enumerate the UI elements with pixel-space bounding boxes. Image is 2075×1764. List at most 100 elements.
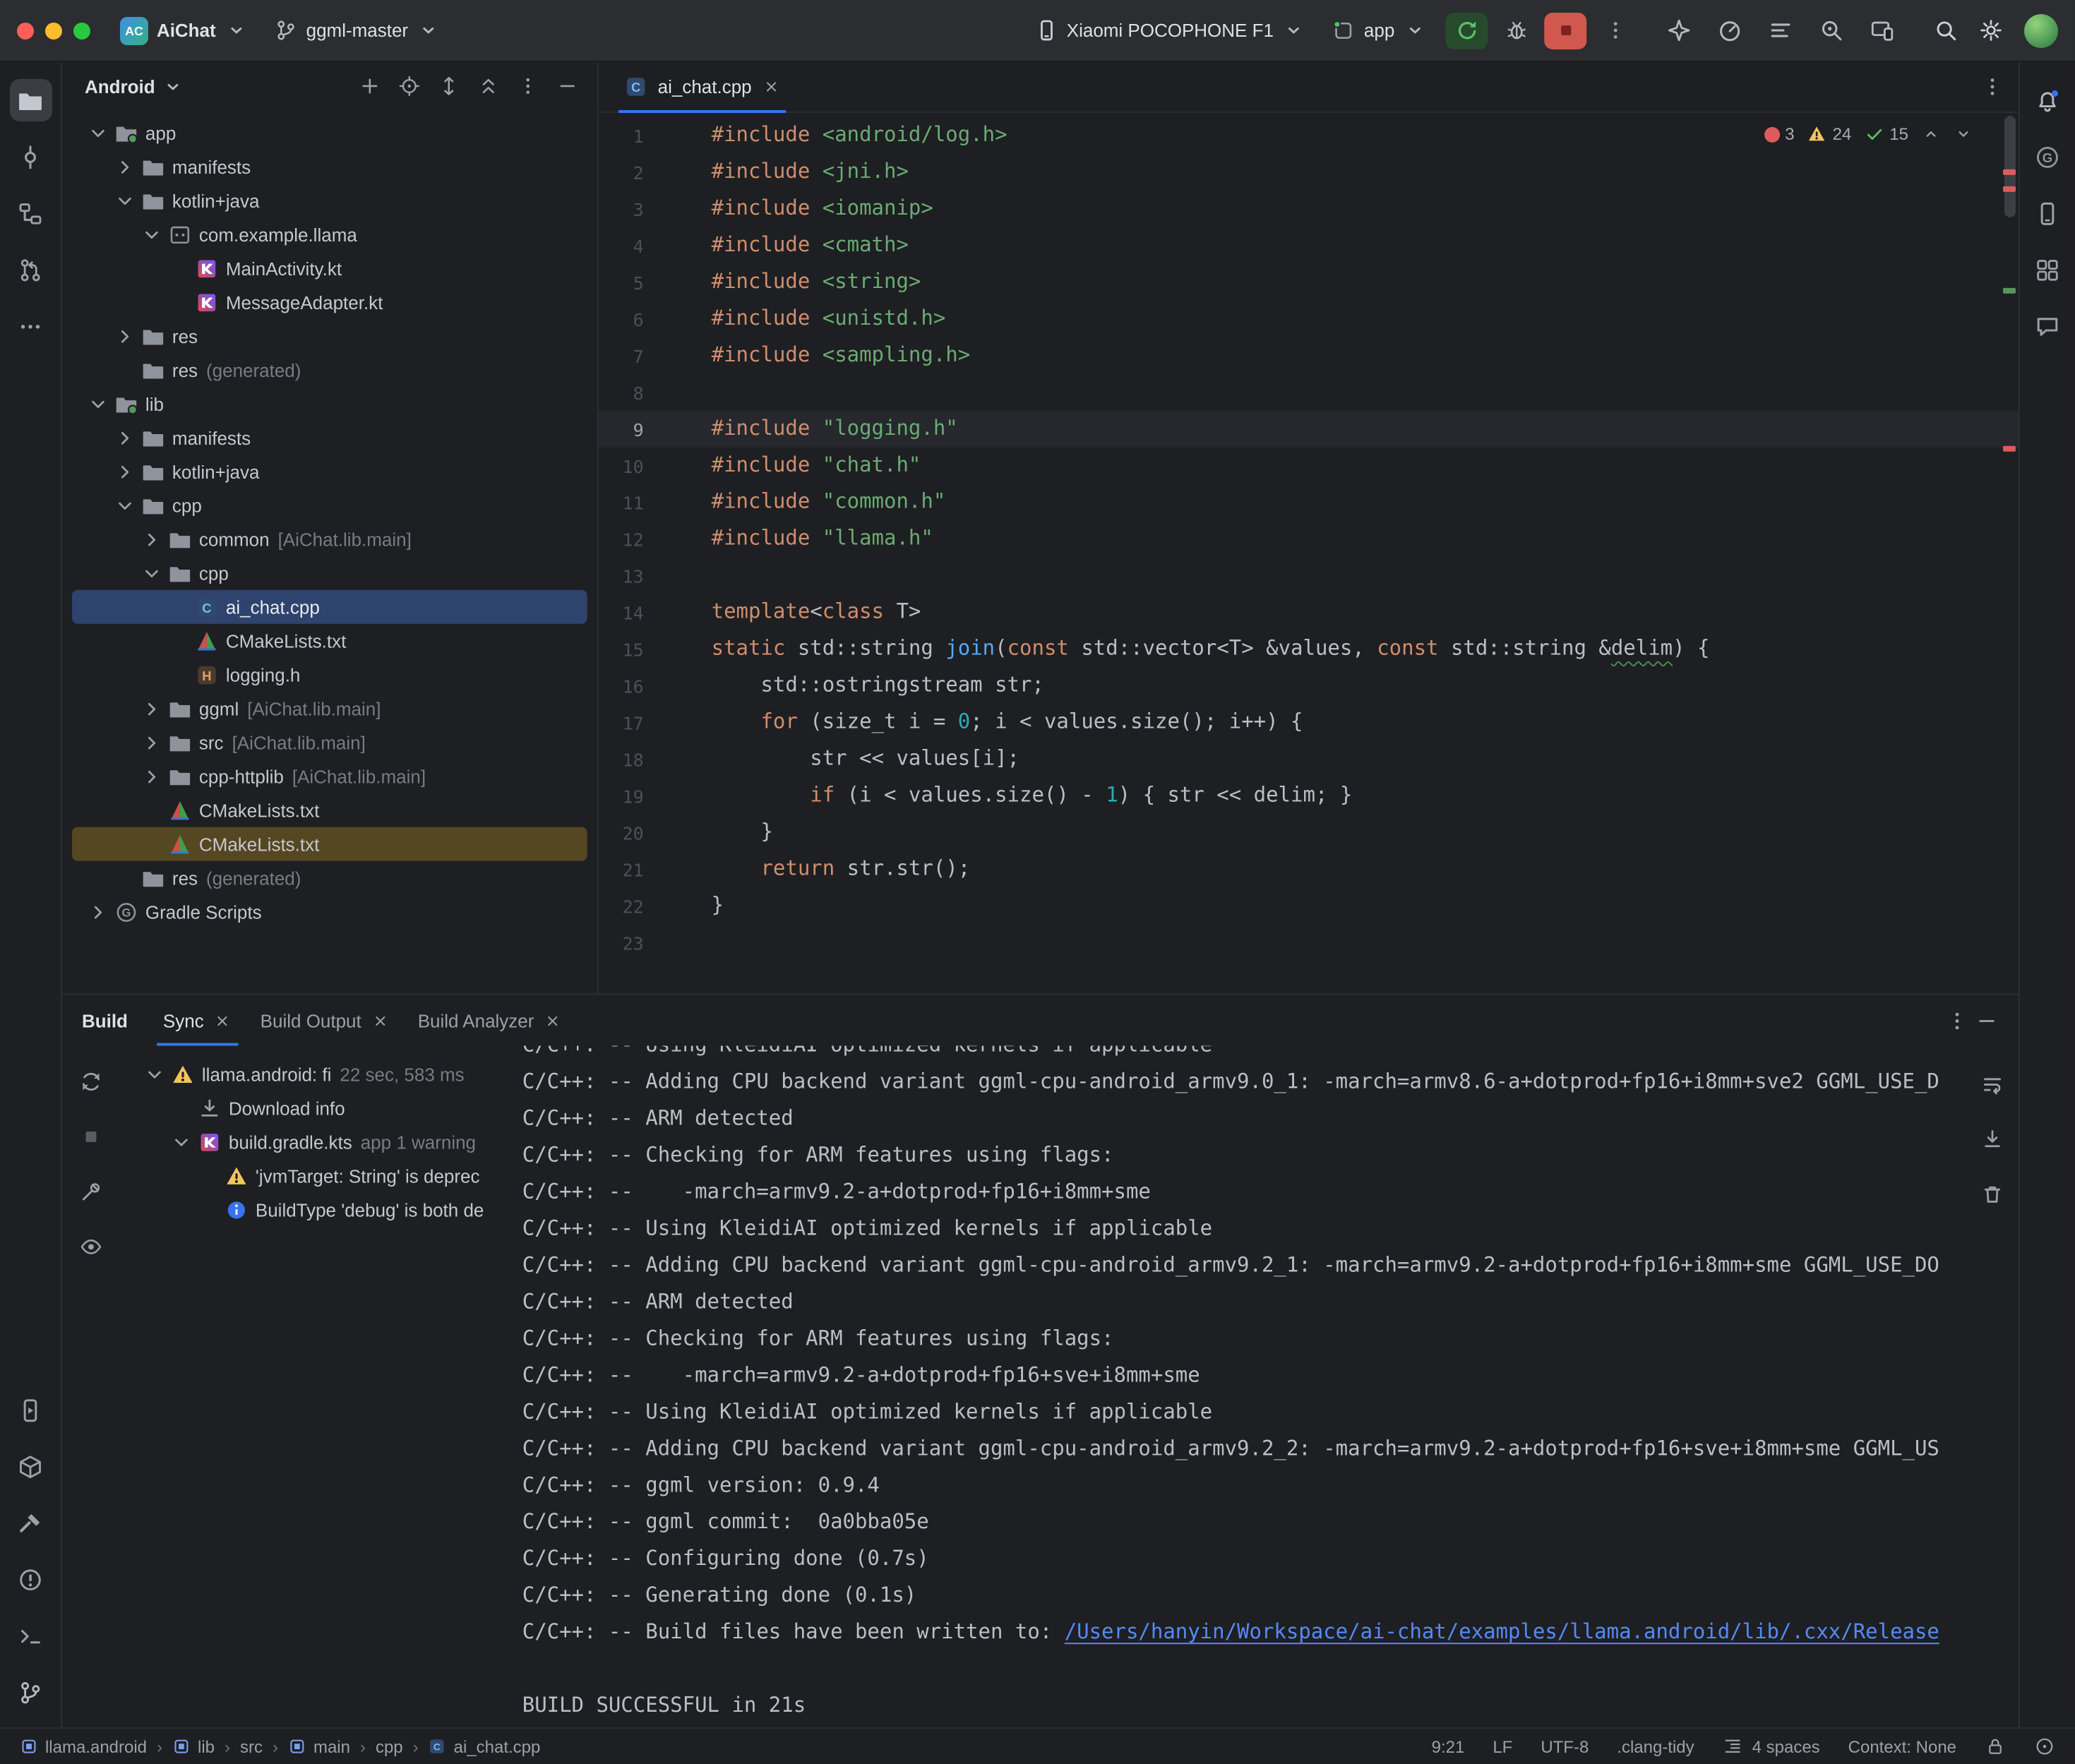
tree-item-res[interactable]: res (generated) (72, 353, 587, 387)
settings-button[interactable] (1971, 12, 2010, 49)
tree-item-cmakelists-txt[interactable]: CMakeLists.txt (72, 827, 587, 861)
project-panel-plus-button[interactable] (352, 68, 388, 104)
code-line-22[interactable]: 22} (599, 888, 2019, 925)
tree-item-manifests[interactable]: manifests (72, 150, 587, 184)
code-line-18[interactable]: 18 str << values[i]; (599, 741, 2019, 778)
chevron-right-icon[interactable] (113, 155, 137, 179)
code-line-6[interactable]: 6#include <unistd.h> (599, 301, 2019, 337)
hide-build-panel-icon[interactable] (1975, 1008, 1999, 1032)
close-tab-icon[interactable] (371, 1011, 390, 1029)
build-tree-item-buildtype-debug-is-both-de[interactable]: BuildType 'debug' is both de (128, 1192, 493, 1226)
left-strip-structure-button[interactable] (9, 192, 52, 234)
chevron-down-icon[interactable] (86, 392, 110, 416)
tree-item-res[interactable]: res (72, 319, 587, 353)
breadcrumb-item-llama-android[interactable]: llama.android (20, 1736, 147, 1756)
zoom-window-button[interactable] (73, 22, 90, 39)
status-notifications-icon[interactable] (2034, 1736, 2055, 1757)
build-tab-build-output[interactable]: Build Output (248, 995, 402, 1046)
right-strip-resource-manager-button[interactable] (2026, 248, 2069, 291)
user-avatar[interactable] (2024, 13, 2058, 47)
chevron-right-icon[interactable] (86, 900, 110, 924)
chevron-right-icon[interactable] (113, 426, 137, 450)
close-tab-icon[interactable] (544, 1011, 562, 1029)
build-tab-sync[interactable]: Sync (150, 995, 245, 1046)
left-strip-commit-button[interactable] (9, 136, 52, 178)
code-line-14[interactable]: 14template<class T> (599, 594, 2019, 631)
code-line-7[interactable]: 7#include <sampling.h> (599, 337, 2019, 374)
code-line-5[interactable]: 5#include <string> (599, 264, 2019, 301)
build-toolbar-stop-square-button[interactable] (72, 1117, 109, 1154)
code-line-12[interactable]: 12#include "llama.h" (599, 521, 2019, 558)
breadcrumb-item-cpp[interactable]: cpp (376, 1736, 403, 1756)
titlebar-logcat-button[interactable] (1759, 9, 1801, 52)
chevron-down-icon[interactable] (169, 1129, 193, 1153)
inspections-widget[interactable]: 3 24 15 (1752, 120, 1985, 148)
tree-item-ggml[interactable]: ggml [AiChat.lib.main] (72, 692, 587, 726)
project-view-selector[interactable]: Android (85, 76, 155, 97)
build-toolbar-pin-button[interactable] (72, 1172, 109, 1209)
code-line-15[interactable]: 15static std::string join(const std::vec… (599, 631, 2019, 668)
warning-count[interactable]: 24 (1807, 124, 1852, 144)
tree-item-lib[interactable]: lib (72, 387, 587, 421)
build-tree-item-llama-android-fi[interactable]: llama.android: fi22 sec, 583 ms (128, 1057, 493, 1091)
lock-icon[interactable] (1985, 1736, 2006, 1757)
file-encoding[interactable]: UTF-8 (1541, 1736, 1589, 1756)
chevron-right-icon[interactable] (113, 324, 137, 348)
error-count[interactable]: 3 (1764, 124, 1794, 144)
tree-item-manifests[interactable]: manifests (72, 421, 587, 455)
left-strip-terminal-button[interactable] (9, 1614, 52, 1657)
code-area[interactable]: 1#include <android/log.h>2#include <jni.… (599, 113, 2019, 994)
run-button[interactable] (1445, 12, 1488, 49)
tree-item-logging-h[interactable]: Hlogging.h (72, 658, 587, 692)
tree-item-mainactivity-kt[interactable]: MainActivity.kt (72, 251, 587, 285)
minimize-window-button[interactable] (45, 22, 62, 39)
close-window-button[interactable] (17, 22, 34, 39)
tree-item-cpp[interactable]: cpp (72, 488, 587, 522)
project-panel-target-button[interactable] (391, 68, 428, 104)
code-line-8[interactable]: 8 (599, 374, 2019, 411)
stripe-mark[interactable] (2003, 446, 2016, 452)
tree-item-ai-chat-cpp[interactable]: Cai_chat.cpp (72, 590, 587, 624)
left-strip-version-control-button[interactable] (9, 1671, 52, 1713)
close-tab-icon[interactable] (214, 1011, 232, 1029)
stripe-mark[interactable] (2003, 288, 2016, 294)
tree-item-cmakelists-txt[interactable]: CMakeLists.txt (72, 624, 587, 658)
run-config-selector[interactable]: app (1322, 13, 1437, 48)
left-strip-dependencies-button[interactable] (9, 1445, 52, 1487)
left-strip-problems-button[interactable] (9, 1558, 52, 1600)
build-options-icon[interactable] (1945, 1008, 1969, 1032)
caret-position[interactable]: 9:21 (1432, 1736, 1465, 1756)
code-line-17[interactable]: 17 for (size_t i = 0; i < values.size();… (599, 704, 2019, 741)
right-strip-device-manager-button[interactable] (2026, 192, 2069, 234)
code-line-9[interactable]: 9#include "logging.h" (599, 411, 2019, 448)
code-line-16[interactable]: 16 std::ostringstream str; (599, 668, 2019, 704)
chevron-down-icon[interactable] (113, 493, 137, 517)
clang-tidy-profile[interactable]: .clang-tidy (1617, 1736, 1694, 1756)
code-line-23[interactable]: 23 (599, 925, 2019, 961)
search-everywhere-button[interactable] (1925, 12, 1965, 49)
breadcrumb-item-src[interactable]: src (240, 1736, 263, 1756)
stop-button[interactable] (1544, 12, 1586, 49)
build-tab-build-analyzer[interactable]: Build Analyzer (405, 995, 575, 1046)
build-tree-item-download-info[interactable]: Download info (128, 1091, 493, 1124)
right-strip-app-insights-button[interactable] (2026, 305, 2069, 347)
chevron-right-icon[interactable] (140, 764, 164, 788)
console-toolbar-softwrap-button[interactable] (1973, 1065, 2010, 1102)
tree-item-src[interactable]: src [AiChat.lib.main] (72, 726, 587, 760)
tree-item-messageadapter-kt[interactable]: MessageAdapter.kt (72, 285, 587, 319)
code-line-13[interactable]: 13 (599, 558, 2019, 594)
debug-button[interactable] (1496, 12, 1536, 49)
previous-issue-icon[interactable] (1921, 124, 1941, 144)
tree-item-com-example-llama[interactable]: com.example.llama (72, 217, 587, 251)
chevron-right-icon[interactable] (140, 527, 164, 551)
chevron-right-icon[interactable] (113, 460, 137, 484)
build-console[interactable]: C/C++: -- Using KleidiAI optimized kerne… (503, 1045, 1965, 1727)
build-tree-item-build-gradle-kts[interactable]: build.gradle.ktsapp 1 warning (128, 1124, 493, 1158)
code-line-3[interactable]: 3#include <iomanip> (599, 191, 2019, 227)
tree-item-kotlin-java[interactable]: kotlin+java (72, 184, 587, 217)
build-toolbar-sync-button[interactable] (72, 1062, 109, 1099)
editor-tab-ai-chat-cpp[interactable]: C ai_chat.cpp (613, 62, 791, 112)
indent-widget[interactable]: 4 spaces (1723, 1736, 1820, 1757)
tree-item-kotlin-java[interactable]: kotlin+java (72, 455, 587, 488)
titlebar-app-inspection-button[interactable] (1810, 9, 1852, 52)
